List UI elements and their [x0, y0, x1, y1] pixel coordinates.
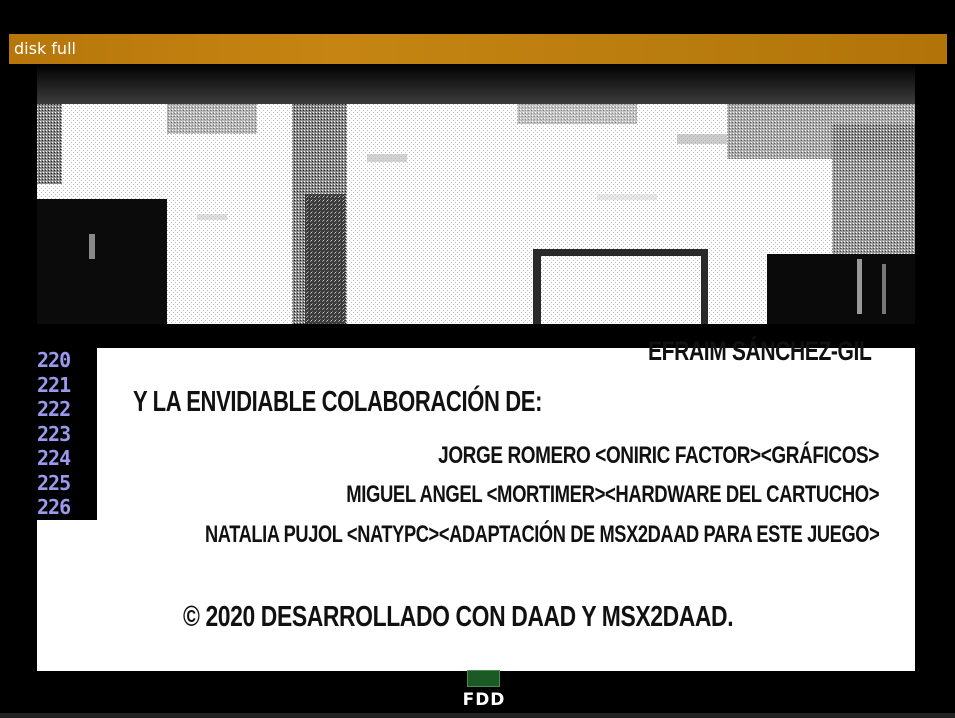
- credits-panel: EFRAIM SÁNCHEZ-GIL Y LA ENVIDIABLE COLAB…: [37, 336, 915, 671]
- notification-text: disk full: [14, 39, 76, 58]
- line-number: 223: [37, 421, 71, 446]
- bottom-strip: [0, 713, 955, 718]
- collaboration-heading: Y LA ENVIDIABLE COLABORACIÓN DE:: [133, 386, 543, 418]
- credit-line-2: MIGUEL ANGEL <MORTIMER><HARDWARE DEL CAR…: [346, 481, 879, 508]
- emulator-screen: disk full EFRAIM SÁNCHEZ-GIL Y LA ENVIDI…: [0, 0, 955, 718]
- line-number: 226: [37, 495, 71, 519]
- credit-line-1: JORGE ROMERO <ONIRIC FACTOR><GRÁFICOS>: [438, 442, 879, 469]
- notification-bar[interactable]: disk full: [9, 34, 947, 64]
- line-number-column: 220 221 222 223 224 225 226: [37, 348, 97, 520]
- author-line: EFRAIM SÁNCHEZ-GIL: [647, 336, 872, 366]
- fdd-led-icon: [467, 670, 500, 687]
- footer-copyright: © 2020 DESARROLLADO CON DAAD Y MSX2DAAD.: [183, 601, 734, 633]
- line-number: 225: [37, 470, 71, 495]
- line-number: 224: [37, 446, 71, 470]
- line-number: 222: [37, 397, 71, 421]
- line-number: 221: [37, 372, 71, 397]
- line-number: 220: [37, 348, 71, 372]
- credit-line-3: NATALIA PUJOL <NATYPC><ADAPTACIÓN DE MSX…: [204, 521, 880, 548]
- room-photo: [37, 64, 915, 324]
- fdd-indicator-label: FDD: [462, 690, 506, 710]
- room-photo-icon: [37, 64, 915, 324]
